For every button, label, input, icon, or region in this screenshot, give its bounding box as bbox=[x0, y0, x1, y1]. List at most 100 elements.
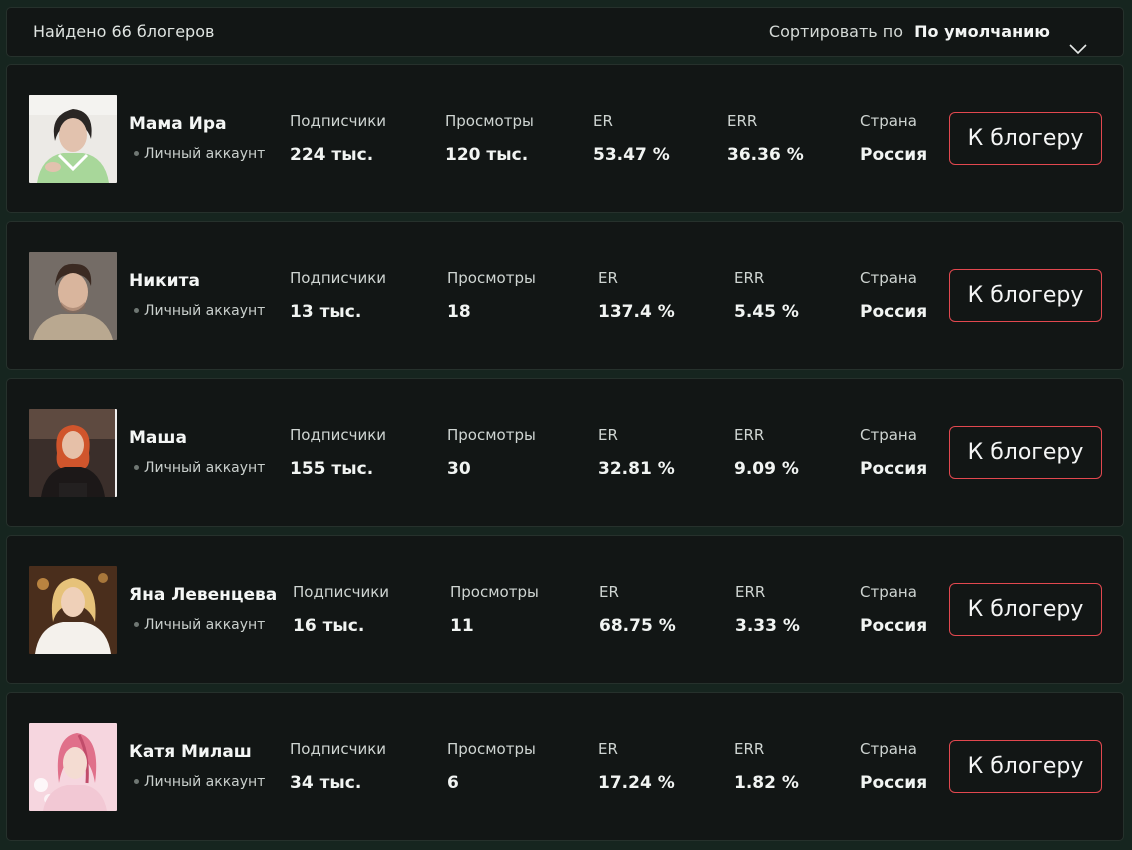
er-value: 32.81 % bbox=[598, 459, 675, 479]
err-value: 5.45 % bbox=[734, 302, 799, 322]
er-value: 17.24 % bbox=[598, 773, 675, 793]
country-stat: Страна Россия bbox=[860, 740, 927, 793]
account-type: Личный аккаунт bbox=[134, 146, 265, 162]
err-stat: ERR 3.33 % bbox=[735, 583, 800, 636]
country-label: Страна bbox=[860, 426, 917, 444]
views-value: 11 bbox=[450, 616, 474, 636]
blogger-name[interactable]: Катя Милаш bbox=[129, 742, 252, 762]
subscribers-value: 16 тыс. bbox=[293, 616, 365, 636]
country-value: Россия bbox=[860, 459, 928, 479]
account-type: Личный аккаунт bbox=[134, 303, 265, 319]
views-stat: Просмотры 120 тыс. bbox=[445, 112, 534, 165]
views-stat: Просмотры 30 bbox=[447, 426, 536, 479]
account-type-label: Личный аккаунт bbox=[144, 460, 266, 476]
go-to-blogger-button[interactable]: К блогеру bbox=[949, 426, 1102, 479]
blogger-name[interactable]: Никита bbox=[129, 271, 200, 291]
blogger-name[interactable]: Мама Ира bbox=[129, 114, 227, 134]
bullet-icon bbox=[134, 307, 139, 313]
country-value: Россия bbox=[860, 145, 928, 165]
account-type: Личный аккаунт bbox=[134, 774, 265, 790]
avatar[interactable] bbox=[29, 566, 117, 654]
views-value: 30 bbox=[447, 459, 471, 479]
blogger-card: Мама Ира Личный аккаунт Подписчики 224 т… bbox=[6, 64, 1124, 213]
subscribers-stat: Подписчики 224 тыс. bbox=[290, 112, 386, 165]
err-stat: ERR 9.09 % bbox=[734, 426, 799, 479]
views-value: 6 bbox=[447, 773, 459, 793]
subscribers-value: 224 тыс. bbox=[290, 145, 374, 165]
account-type-label: Личный аккаунт bbox=[144, 303, 266, 319]
bullet-icon bbox=[134, 778, 139, 784]
sort-dropdown[interactable]: Сортировать по По умолчанию bbox=[769, 8, 1087, 56]
views-label: Просмотры bbox=[445, 112, 534, 130]
views-stat: Просмотры 6 bbox=[447, 740, 536, 793]
views-value: 120 тыс. bbox=[445, 145, 529, 165]
err-label: ERR bbox=[727, 112, 758, 130]
blogger-card: Никита Личный аккаунт Подписчики 13 тыс.… bbox=[6, 221, 1124, 370]
views-stat: Просмотры 11 bbox=[450, 583, 539, 636]
subscribers-label: Подписчики bbox=[293, 583, 390, 601]
avatar[interactable] bbox=[29, 723, 117, 811]
err-label: ERR bbox=[734, 740, 765, 758]
subscribers-stat: Подписчики 155 тыс. bbox=[290, 426, 386, 479]
go-to-blogger-button[interactable]: К блогеру bbox=[949, 112, 1102, 165]
er-stat: ER 53.47 % bbox=[593, 112, 670, 165]
chevron-down-icon bbox=[1069, 26, 1087, 54]
er-stat: ER 17.24 % bbox=[598, 740, 675, 793]
blogger-name[interactable]: Яна Левенцева bbox=[129, 585, 277, 605]
subscribers-stat: Подписчики 16 тыс. bbox=[293, 583, 389, 636]
bullet-icon bbox=[134, 621, 139, 627]
views-label: Просмотры bbox=[447, 740, 536, 758]
go-to-blogger-button[interactable]: К блогеру bbox=[949, 583, 1102, 636]
err-label: ERR bbox=[734, 269, 765, 287]
views-label: Просмотры bbox=[447, 269, 536, 287]
country-value: Россия bbox=[860, 773, 928, 793]
er-stat: ER 137.4 % bbox=[598, 269, 675, 322]
err-value: 1.82 % bbox=[734, 773, 799, 793]
er-label: ER bbox=[599, 583, 619, 601]
bullet-icon bbox=[134, 150, 139, 156]
account-type-label: Личный аккаунт bbox=[144, 617, 266, 633]
subscribers-label: Подписчики bbox=[290, 269, 387, 287]
err-value: 9.09 % bbox=[734, 459, 799, 479]
avatar[interactable] bbox=[29, 409, 117, 497]
country-label: Страна bbox=[860, 583, 917, 601]
avatar[interactable] bbox=[29, 95, 117, 183]
subscribers-stat: Подписчики 34 тыс. bbox=[290, 740, 386, 793]
err-value: 3.33 % bbox=[735, 616, 800, 636]
subscribers-value: 155 тыс. bbox=[290, 459, 374, 479]
views-label: Просмотры bbox=[447, 426, 536, 444]
bloggers-page: Найдено 66 блогеров Сортировать по По ум… bbox=[0, 0, 1132, 850]
subscribers-label: Подписчики bbox=[290, 740, 387, 758]
sort-value: По умолчанию bbox=[914, 22, 1050, 41]
err-value: 36.36 % bbox=[727, 145, 804, 165]
err-stat: ERR 1.82 % bbox=[734, 740, 799, 793]
subscribers-label: Подписчики bbox=[290, 112, 387, 130]
views-value: 18 bbox=[447, 302, 471, 322]
views-stat: Просмотры 18 bbox=[447, 269, 536, 322]
country-label: Страна bbox=[860, 112, 917, 130]
go-to-blogger-button[interactable]: К блогеру bbox=[949, 269, 1102, 322]
er-value: 53.47 % bbox=[593, 145, 670, 165]
country-value: Россия bbox=[860, 616, 928, 636]
er-value: 137.4 % bbox=[598, 302, 675, 322]
subscribers-value: 13 тыс. bbox=[290, 302, 362, 322]
sort-label: Сортировать по bbox=[768, 22, 904, 41]
country-stat: Страна Россия bbox=[860, 426, 927, 479]
blogger-card: Катя Милаш Личный аккаунт Подписчики 34 … bbox=[6, 692, 1124, 841]
account-type-label: Личный аккаунт bbox=[144, 774, 266, 790]
account-type: Личный аккаунт bbox=[134, 617, 265, 633]
subscribers-label: Подписчики bbox=[290, 426, 387, 444]
views-label: Просмотры bbox=[450, 583, 539, 601]
results-header: Найдено 66 блогеров Сортировать по По ум… bbox=[6, 7, 1124, 57]
er-label: ER bbox=[598, 269, 618, 287]
country-stat: Страна Россия bbox=[860, 269, 927, 322]
bullet-icon bbox=[134, 464, 139, 470]
er-stat: ER 32.81 % bbox=[598, 426, 675, 479]
country-label: Страна bbox=[860, 269, 917, 287]
blogger-name[interactable]: Маша bbox=[129, 428, 187, 448]
country-stat: Страна Россия bbox=[860, 583, 927, 636]
go-to-blogger-button[interactable]: К блогеру bbox=[949, 740, 1102, 793]
er-label: ER bbox=[598, 426, 618, 444]
subscribers-value: 34 тыс. bbox=[290, 773, 362, 793]
avatar[interactable] bbox=[29, 252, 117, 340]
